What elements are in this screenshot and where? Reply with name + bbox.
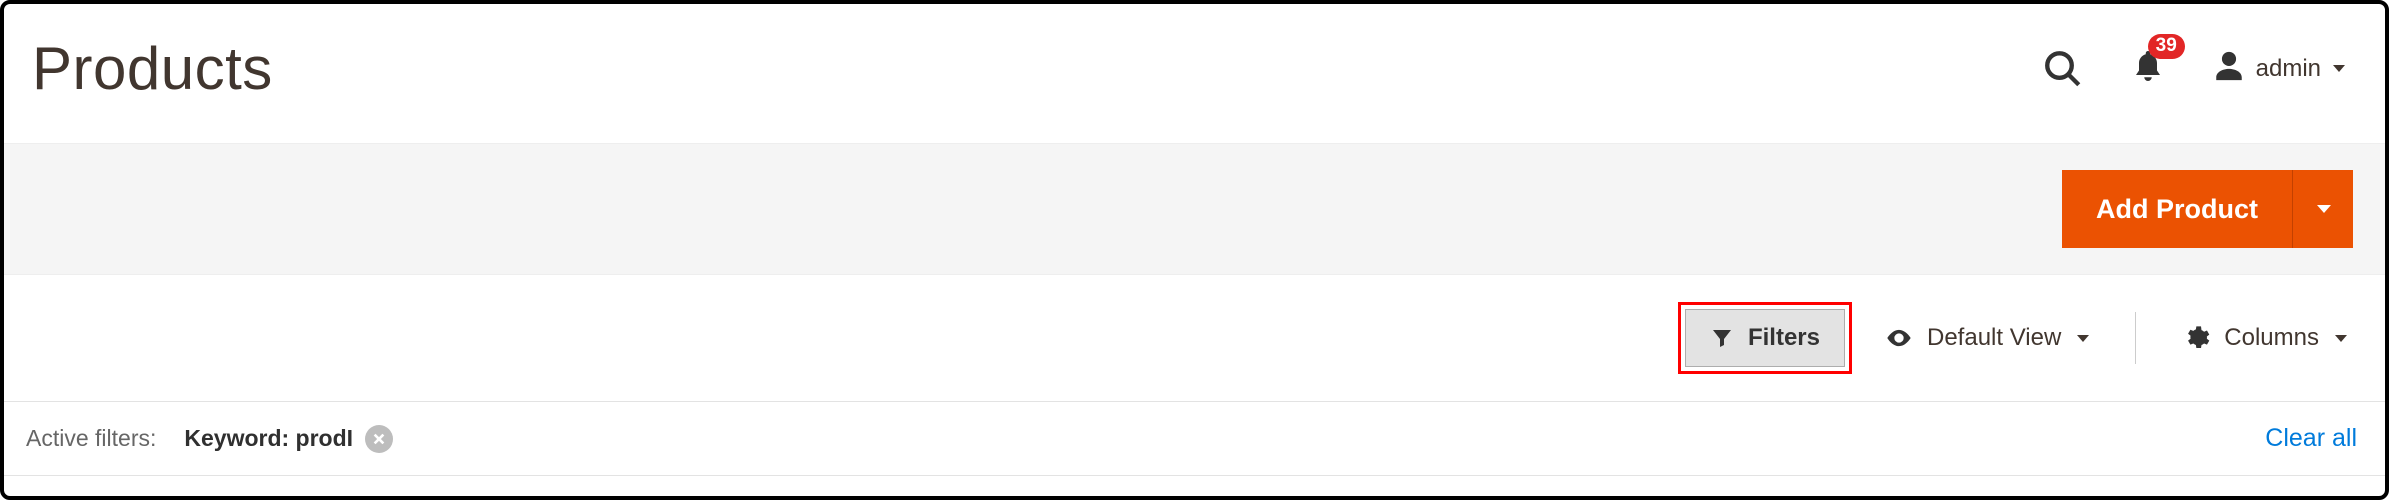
add-product-split-button: Add Product [2062,170,2353,248]
user-menu[interactable]: admin [2212,49,2345,88]
columns-label: Columns [2224,324,2319,352]
filter-chip-label: Keyword: prodI [184,425,353,452]
search-icon[interactable] [2042,48,2084,90]
chevron-down-icon [2335,335,2347,342]
funnel-icon [1710,326,1734,350]
notification-badge: 39 [2148,34,2185,59]
chevron-down-icon [2077,335,2089,342]
user-icon [2212,49,2246,88]
filters-button[interactable]: Filters [1685,309,1845,367]
add-product-button[interactable]: Add Product [2062,170,2293,248]
eye-icon [1885,324,1913,352]
active-filters-label: Active filters: [26,425,156,452]
clear-all-link[interactable]: Clear all [2265,424,2357,453]
close-icon [372,432,386,446]
filter-chip-remove[interactable] [365,425,393,453]
add-product-toggle[interactable] [2293,170,2353,248]
page-title: Products [32,34,273,103]
filters-label: Filters [1748,324,1820,352]
gear-icon [2182,324,2210,352]
default-view-label: Default View [1927,324,2061,352]
notifications-button[interactable]: 39 [2130,46,2166,91]
default-view-button[interactable]: Default View [1879,314,2095,362]
active-filters-bar: Active filters: Keyword: prodI Clear all [4,402,2385,476]
divider [2135,312,2136,364]
header-actions: 39 admin [2042,46,2345,91]
page-header: Products 39 admin [4,4,2385,143]
filter-chip: Keyword: prodI [184,425,393,453]
columns-button[interactable]: Columns [2176,314,2353,362]
app-frame: Products 39 admin [0,0,2389,500]
user-label: admin [2256,55,2321,83]
action-bar: Add Product [4,143,2385,275]
chevron-down-icon [2317,205,2331,213]
add-product-label: Add Product [2096,194,2258,225]
grid-controls: Filters Default View Columns [4,275,2385,402]
chevron-down-icon [2333,65,2345,72]
